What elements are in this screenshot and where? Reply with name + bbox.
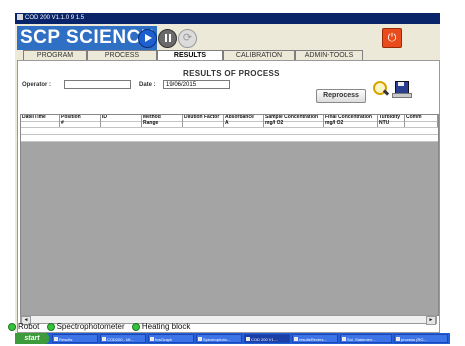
status-spectrophotometer: Spectrophotometer: [46, 322, 125, 331]
window-title: COD 200 V1.1.0 9 1.5: [25, 15, 85, 21]
tab-admin-tools[interactable]: ADMIN-TOOLS: [295, 50, 363, 60]
col-unit-dilution-factor: [183, 121, 224, 127]
windows-taskbar: start Results COD200 - Mi... fvwGraph Sp…: [15, 333, 450, 344]
status-bar: Robot Spectrophotometer Heating block: [8, 322, 195, 331]
col-unit-method: Range: [142, 121, 183, 127]
status-robot: Robot: [8, 322, 39, 331]
reprocess-button[interactable]: Reprocess: [316, 89, 366, 103]
app-window: COD 200 V1.1.0 9 1.5 SCP SCIENCE ⟳ ⏻ PRO…: [15, 13, 440, 333]
date-label: Date :: [139, 82, 156, 88]
tab-program[interactable]: PROGRAM: [23, 50, 87, 60]
spectrophotometer-status-indicator: [46, 322, 55, 331]
play-button[interactable]: [138, 29, 157, 48]
heating-block-status-indicator: [131, 322, 140, 331]
col-unit-id: [101, 121, 142, 127]
col-unit-date-time: [21, 121, 60, 127]
taskbar-item[interactable]: Sol. Statemen...: [340, 334, 392, 343]
taskbar-item[interactable]: Spectrophoto...: [196, 334, 242, 343]
results-table: Date/Time Position ID Method Dilution Fa…: [20, 114, 439, 316]
col-unit-absorbance: A: [224, 121, 264, 127]
scroll-right-arrow-icon[interactable]: ►: [426, 316, 436, 325]
window-titlebar: COD 200 V1.1.0 9 1.5: [15, 13, 440, 24]
save-icon[interactable]: [391, 79, 412, 99]
power-button[interactable]: ⏻: [382, 28, 402, 48]
results-panel: RESULTS OF PROCESS Operator : Date : 19/…: [17, 60, 440, 333]
tab-process[interactable]: PROCESS: [87, 50, 157, 60]
taskbar-item[interactable]: process (RG...: [394, 334, 448, 343]
operator-field[interactable]: [64, 80, 131, 89]
col-unit-sample-concentration: mg/l O2: [264, 121, 324, 127]
pause-button[interactable]: [158, 29, 177, 48]
col-unit-comments: [405, 121, 438, 127]
taskbar-item[interactable]: fvwGraph: [148, 334, 194, 343]
robot-status-indicator: [8, 322, 16, 331]
results-title: RESULTS OF PROCESS: [183, 69, 280, 78]
magnifier-icon[interactable]: [370, 79, 390, 99]
taskbar-item[interactable]: COD 200 V1....: [244, 334, 290, 343]
operator-label: Operator :: [22, 82, 52, 88]
col-unit-position: #: [60, 121, 101, 127]
taskbar-item[interactable]: COD200 - Mi...: [100, 334, 146, 343]
scp-science-logo: SCP SCIENCE: [17, 26, 157, 50]
main-tabs: PROGRAM PROCESS RESULTS CALIBRATION ADMI…: [18, 50, 363, 61]
tab-calibration[interactable]: CALIBRATION: [223, 50, 295, 60]
taskbar-item[interactable]: Results: [52, 334, 98, 343]
reload-button[interactable]: ⟳: [178, 29, 197, 48]
col-unit-final-concentration: mg/l O2: [324, 121, 378, 127]
col-unit-turbidity: NTU: [378, 121, 405, 127]
date-field[interactable]: 19/06/2015: [163, 80, 230, 89]
start-button[interactable]: start: [15, 333, 49, 344]
taskbar-item[interactable]: resultsRevers...: [292, 334, 338, 343]
app-icon: [17, 14, 23, 21]
status-heating-block: Heating block: [131, 322, 190, 331]
